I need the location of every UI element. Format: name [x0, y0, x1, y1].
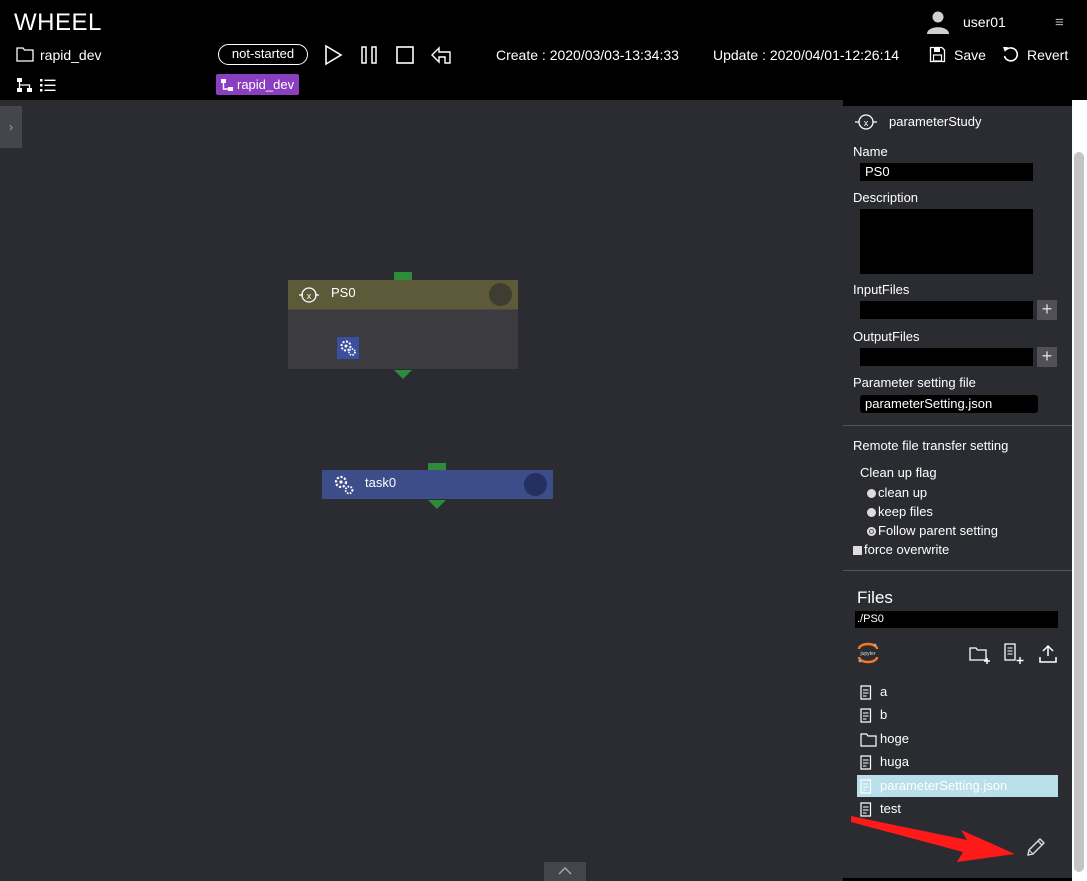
status-badge: not-started: [218, 44, 308, 65]
radio-selected-icon: [867, 527, 876, 536]
gears-icon: [340, 340, 356, 356]
jupyter-icon[interactable]: jupyter: [856, 641, 880, 665]
tree-view-icon[interactable]: [16, 77, 33, 93]
add-outputfile-button[interactable]: +: [1037, 347, 1057, 367]
radio-icon: [867, 489, 876, 498]
play-icon[interactable]: [322, 44, 344, 66]
expand-log-toggle[interactable]: [544, 862, 586, 881]
new-file-icon[interactable]: [1003, 643, 1025, 665]
description-textarea[interactable]: [860, 209, 1033, 274]
cleanup-option-keep-files[interactable]: keep files: [867, 504, 933, 519]
ps-node-name: PS0: [331, 285, 356, 300]
inputfiles-input[interactable]: [860, 301, 1033, 319]
radio-icon: [867, 508, 876, 517]
ps-node-header[interactable]: x PS0: [288, 280, 518, 309]
checkbox-icon: [853, 546, 862, 555]
save-button[interactable]: Save: [954, 47, 986, 63]
param-file-input[interactable]: parameterSetting.json: [860, 395, 1038, 413]
cleanup-option-follow-parent[interactable]: Follow parent setting: [867, 523, 998, 538]
svg-text:jupyter: jupyter: [859, 651, 875, 657]
folder-icon: [860, 733, 877, 747]
breadcrumb[interactable]: rapid_dev: [216, 74, 300, 95]
task-node-status-indicator: [524, 473, 547, 496]
file-icon: [860, 708, 872, 723]
update-date: Update : 2020/04/01-12:26:14: [713, 47, 900, 63]
ps-node-body[interactable]: [288, 309, 518, 369]
component-type: parameterStudy: [889, 114, 982, 129]
app-title: WHEEL: [14, 9, 102, 36]
cleanup-option-clean-up[interactable]: clean up: [867, 485, 927, 500]
ps-node[interactable]: x PS0: [288, 280, 518, 369]
param-file-label: Parameter setting file: [853, 375, 976, 390]
ps-node-status-indicator: [489, 283, 512, 306]
ps-output-connector[interactable]: [394, 370, 412, 379]
description-label: Description: [853, 190, 919, 205]
file-item-huga[interactable]: huga: [857, 751, 1058, 773]
divider: [843, 425, 1072, 426]
outputfiles-label: OutputFiles: [853, 329, 920, 344]
save-icon[interactable]: [929, 46, 946, 63]
revert-icon[interactable]: [1001, 45, 1020, 64]
file-icon: [860, 685, 872, 700]
property-panel: x parameterStudy Name PS0 Description In…: [843, 100, 1087, 881]
task-node-name: task0: [365, 475, 397, 490]
ps-input-connector[interactable]: [394, 272, 412, 280]
app-header: WHEEL user01 ≡ rapid_dev not-started Cre…: [0, 0, 1087, 100]
folder-icon: [16, 47, 34, 62]
name-label: Name: [853, 144, 888, 159]
project-name: rapid_dev: [40, 47, 102, 63]
file-item-parametersetting[interactable]: parameterSetting.json: [857, 775, 1058, 797]
remote-transfer-label: Remote file transfer setting: [853, 438, 1009, 453]
upload-icon[interactable]: [1038, 644, 1058, 664]
file-item-b[interactable]: b: [857, 704, 1058, 726]
pause-icon[interactable]: [358, 44, 380, 66]
create-date: Create : 2020/03/03-13:34:33: [496, 47, 679, 63]
file-icon: [860, 755, 872, 770]
expand-panel-toggle[interactable]: ›: [0, 106, 22, 148]
folder-item-hoge[interactable]: hoge: [857, 728, 1058, 750]
user-name[interactable]: user01: [963, 14, 1006, 30]
force-overwrite-checkbox[interactable]: force overwrite: [853, 542, 949, 557]
cleanup-flag-label: Clean up flag: [860, 465, 937, 480]
parameter-study-icon: x: [855, 114, 877, 130]
workflow-icon: [221, 78, 233, 91]
clean-back-icon[interactable]: [430, 44, 452, 66]
inner-task-node[interactable]: [337, 337, 359, 359]
outputfiles-input[interactable]: [860, 348, 1033, 366]
workflow-canvas[interactable]: › x PS0 task0: [0, 100, 843, 881]
revert-button[interactable]: Revert: [1027, 47, 1068, 63]
stop-icon[interactable]: [394, 44, 416, 66]
gears-icon: [334, 475, 354, 495]
file-icon: [860, 779, 872, 794]
files-path: ./PS0: [855, 611, 1058, 628]
property-panel-content: x parameterStudy Name PS0 Description In…: [843, 106, 1072, 878]
add-inputfile-button[interactable]: +: [1037, 300, 1057, 320]
panel-scrollbar-thumb[interactable]: [1074, 152, 1084, 872]
svg-text:x: x: [864, 118, 869, 128]
inputfiles-label: InputFiles: [853, 282, 910, 297]
divider: [843, 570, 1072, 571]
task-output-connector[interactable]: [428, 500, 446, 509]
annotation-arrow: [851, 816, 1015, 862]
name-input[interactable]: PS0: [860, 163, 1033, 181]
files-title: Files: [857, 588, 893, 607]
task-node[interactable]: task0: [322, 470, 553, 499]
breadcrumb-label: rapid_dev: [237, 77, 295, 92]
list-view-icon[interactable]: [39, 77, 56, 93]
panel-scrollbar[interactable]: [1072, 100, 1087, 881]
user-icon[interactable]: [926, 10, 950, 34]
edit-pencil-icon[interactable]: [1024, 835, 1048, 859]
parameter-study-icon: x: [299, 287, 319, 303]
menu-icon[interactable]: ≡: [1055, 14, 1064, 31]
file-item-a[interactable]: a: [857, 681, 1058, 703]
new-folder-icon[interactable]: [969, 645, 991, 665]
svg-text:x: x: [307, 291, 312, 301]
